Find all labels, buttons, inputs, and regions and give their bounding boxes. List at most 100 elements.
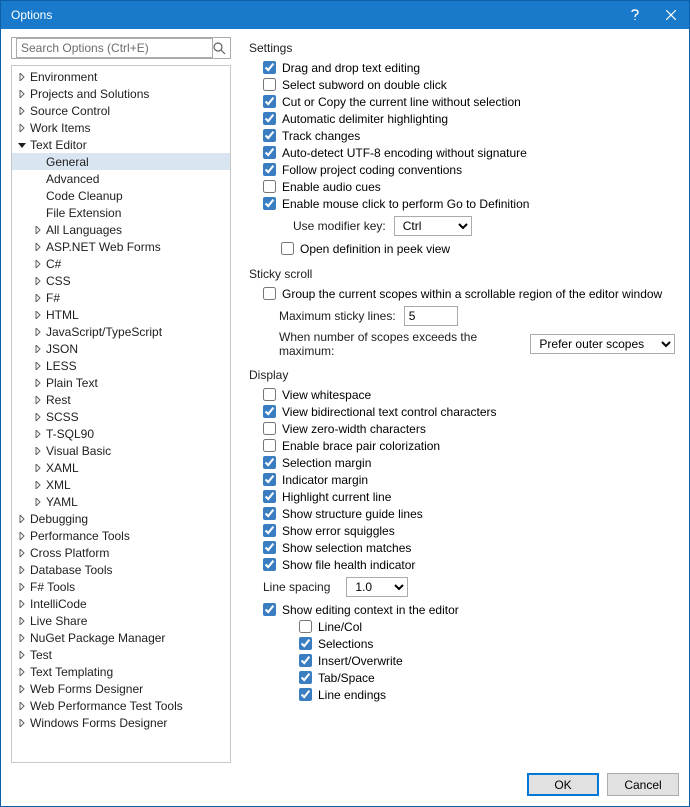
expander-icon[interactable] xyxy=(32,190,44,202)
display-checkbox[interactable] xyxy=(263,422,276,435)
expander-icon[interactable] xyxy=(16,649,28,661)
help-button[interactable] xyxy=(617,1,653,29)
tree-item[interactable]: HTML xyxy=(12,306,230,323)
tree-item[interactable]: Web Performance Test Tools xyxy=(12,697,230,714)
display-checkbox[interactable] xyxy=(263,524,276,537)
setting-row[interactable]: Follow project coding conventions xyxy=(249,161,675,178)
expander-icon[interactable] xyxy=(16,666,28,678)
setting-row[interactable]: Track changes xyxy=(249,127,675,144)
tree-item[interactable]: Source Control xyxy=(12,102,230,119)
expander-icon[interactable] xyxy=(16,122,28,134)
setting-row[interactable]: Auto-detect UTF-8 encoding without signa… xyxy=(249,144,675,161)
display-row[interactable]: View bidirectional text control characte… xyxy=(249,403,675,420)
tree-item[interactable]: Text Templating xyxy=(12,663,230,680)
expander-icon[interactable] xyxy=(16,88,28,100)
expander-icon[interactable] xyxy=(32,207,44,219)
setting-checkbox[interactable] xyxy=(263,197,276,210)
expander-icon[interactable] xyxy=(32,496,44,508)
display-row[interactable]: Indicator margin xyxy=(249,471,675,488)
tree-item[interactable]: Advanced xyxy=(12,170,230,187)
editing-context-checkbox[interactable] xyxy=(263,603,276,616)
search-box[interactable] xyxy=(11,37,231,59)
tree-item[interactable]: Windows Forms Designer xyxy=(12,714,230,731)
expander-icon[interactable] xyxy=(16,513,28,525)
expander-icon[interactable] xyxy=(16,139,28,151)
setting-checkbox[interactable] xyxy=(263,146,276,159)
display-row[interactable]: View whitespace xyxy=(249,386,675,403)
peek-view-row[interactable]: Open definition in peek view xyxy=(249,240,675,257)
tree-item[interactable]: Database Tools xyxy=(12,561,230,578)
display-row[interactable]: Show error squiggles xyxy=(249,522,675,539)
expander-icon[interactable] xyxy=(16,530,28,542)
tree-item[interactable]: YAML xyxy=(12,493,230,510)
expander-icon[interactable] xyxy=(16,105,28,117)
tree-item[interactable]: Cross Platform xyxy=(12,544,230,561)
expander-icon[interactable] xyxy=(16,564,28,576)
tree-item[interactable]: Code Cleanup xyxy=(12,187,230,204)
context-sub-checkbox[interactable] xyxy=(299,637,312,650)
line-spacing-select[interactable]: 1.0 xyxy=(346,577,408,597)
setting-checkbox[interactable] xyxy=(263,95,276,108)
tree-item[interactable]: File Extension xyxy=(12,204,230,221)
setting-row[interactable]: Cut or Copy the current line without sel… xyxy=(249,93,675,110)
display-checkbox[interactable] xyxy=(263,405,276,418)
expander-icon[interactable] xyxy=(16,598,28,610)
setting-checkbox[interactable] xyxy=(263,61,276,74)
tree-item[interactable]: Web Forms Designer xyxy=(12,680,230,697)
setting-row[interactable]: Select subword on double click xyxy=(249,76,675,93)
tree-item[interactable]: Projects and Solutions xyxy=(12,85,230,102)
setting-checkbox[interactable] xyxy=(263,180,276,193)
expander-icon[interactable] xyxy=(32,275,44,287)
expander-icon[interactable] xyxy=(32,343,44,355)
display-checkbox[interactable] xyxy=(263,456,276,469)
expander-icon[interactable] xyxy=(32,411,44,423)
display-row[interactable]: Show structure guide lines xyxy=(249,505,675,522)
setting-checkbox[interactable] xyxy=(263,129,276,142)
tree-item[interactable]: IntelliCode xyxy=(12,595,230,612)
tree-item[interactable]: Performance Tools xyxy=(12,527,230,544)
display-row[interactable]: Selection margin xyxy=(249,454,675,471)
expander-icon[interactable] xyxy=(32,360,44,372)
tree-item[interactable]: General xyxy=(12,153,230,170)
tree-item[interactable]: JSON xyxy=(12,340,230,357)
context-sub-checkbox[interactable] xyxy=(299,671,312,684)
sticky-group-row[interactable]: Group the current scopes within a scroll… xyxy=(249,285,675,302)
expander-icon[interactable] xyxy=(16,700,28,712)
tree-item[interactable]: F# xyxy=(12,289,230,306)
setting-row[interactable]: Automatic delimiter highlighting xyxy=(249,110,675,127)
modifier-key-select[interactable]: Ctrl xyxy=(394,216,472,236)
display-row[interactable]: Show file health indicator xyxy=(249,556,675,573)
editing-context-row[interactable]: Show editing context in the editor xyxy=(249,601,675,618)
display-row[interactable]: Enable brace pair colorization xyxy=(249,437,675,454)
expander-icon[interactable] xyxy=(32,258,44,270)
expander-icon[interactable] xyxy=(16,615,28,627)
tree-item[interactable]: Work Items xyxy=(12,119,230,136)
setting-checkbox[interactable] xyxy=(263,78,276,91)
tree-item[interactable]: Debugging xyxy=(12,510,230,527)
display-row[interactable]: Show selection matches xyxy=(249,539,675,556)
setting-checkbox[interactable] xyxy=(263,112,276,125)
tree-item[interactable]: F# Tools xyxy=(12,578,230,595)
display-row[interactable]: View zero-width characters xyxy=(249,420,675,437)
tree-item[interactable]: Rest xyxy=(12,391,230,408)
close-button[interactable] xyxy=(653,1,689,29)
display-checkbox[interactable] xyxy=(263,388,276,401)
search-input[interactable] xyxy=(16,38,213,58)
expander-icon[interactable] xyxy=(16,71,28,83)
tree-item[interactable]: XAML xyxy=(12,459,230,476)
display-checkbox[interactable] xyxy=(263,473,276,486)
expander-icon[interactable] xyxy=(32,428,44,440)
expander-icon[interactable] xyxy=(32,173,44,185)
expander-icon[interactable] xyxy=(32,309,44,321)
tree-item[interactable]: XML xyxy=(12,476,230,493)
expander-icon[interactable] xyxy=(32,479,44,491)
context-sub-row[interactable]: Line/Col xyxy=(249,618,675,635)
tree-item[interactable]: T-SQL90 xyxy=(12,425,230,442)
expander-icon[interactable] xyxy=(16,581,28,593)
tree-item[interactable]: CSS xyxy=(12,272,230,289)
display-checkbox[interactable] xyxy=(263,558,276,571)
context-sub-checkbox[interactable] xyxy=(299,688,312,701)
tree-item[interactable]: ASP.NET Web Forms xyxy=(12,238,230,255)
expander-icon[interactable] xyxy=(32,224,44,236)
setting-row[interactable]: Drag and drop text editing xyxy=(249,59,675,76)
